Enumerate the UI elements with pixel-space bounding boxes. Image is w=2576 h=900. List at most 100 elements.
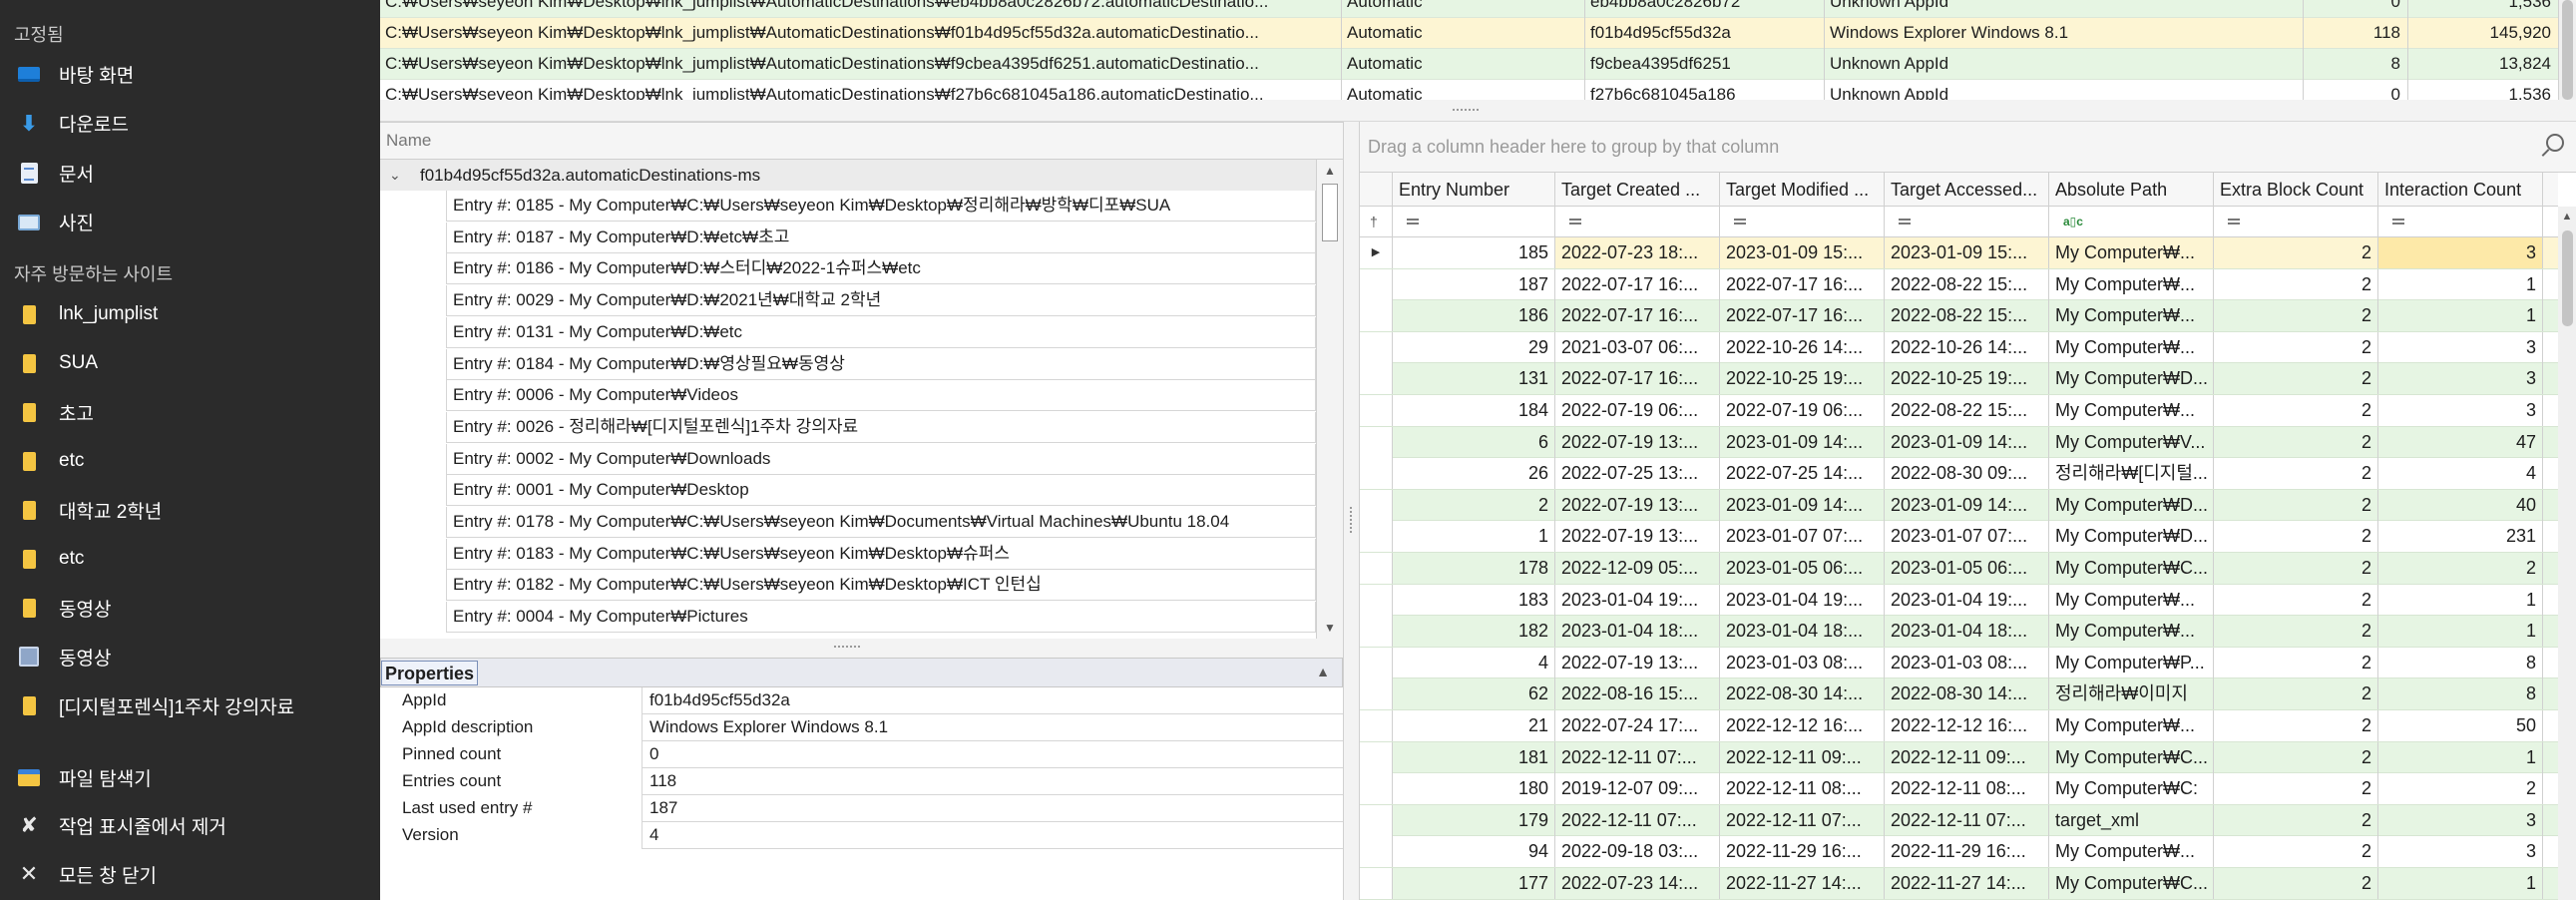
- table-cell: 3: [2378, 237, 2543, 268]
- jump-list-item[interactable]: lnk_jumplist: [0, 292, 380, 336]
- jump-list-item[interactable]: 대학교 2학년: [0, 488, 380, 532]
- jump-list-item[interactable]: ✕ 모든 창 닫기: [0, 852, 380, 896]
- table-row[interactable]: 94 2022-09-18 03:... 2022-11-29 16:... 2022…: [1360, 836, 2558, 868]
- table-row[interactable]: ▶ 185 2022-07-23 18:... 2023-01-09 15:... 20…: [1360, 237, 2558, 269]
- table-row[interactable]: C:₩Users₩seyeon Kim₩Desktop₩lnk_jumplist…: [380, 49, 2559, 80]
- tree-entry-node[interactable]: Entry #: 0002 - My Computer₩Downloads: [446, 443, 1316, 475]
- scroll-up-icon[interactable]: ▲: [2558, 207, 2576, 226]
- jump-list-item[interactable]: 사진: [0, 201, 380, 244]
- search-icon[interactable]: [2538, 134, 2564, 160]
- tree-properties-splitter[interactable]: [380, 639, 1343, 658]
- col-target-created-filter[interactable]: [1555, 207, 1720, 237]
- vertical-splitter[interactable]: [1343, 122, 1360, 900]
- table-row[interactable]: 182 2023-01-04 18:... 2023-01-04 18:... 202…: [1360, 616, 2558, 648]
- tree-scroll-thumb[interactable]: [1322, 184, 1338, 241]
- col-entry-number-header[interactable]: Entry Number: [1393, 173, 1555, 207]
- entries-grid-scrollbar[interactable]: ▲: [2558, 207, 2576, 900]
- table-row[interactable]: C:₩Users₩seyeon Kim₩Desktop₩lnk_jumplist…: [380, 0, 2559, 18]
- collapse-icon[interactable]: ▲: [1316, 664, 1330, 679]
- table-row[interactable]: 177 2022-07-23 14:... 2022-11-27 14:... 202…: [1360, 868, 2558, 900]
- jump-list-item[interactable]: ✘ 작업 표시줄에서 제거: [0, 804, 380, 848]
- tree-entry-node[interactable]: Entry #: 0029 - My Computer₩D:₩2021년₩대학교…: [446, 285, 1316, 317]
- group-by-panel[interactable]: Drag a column header here to group by th…: [1360, 122, 2576, 173]
- col-absolute-path-header[interactable]: Absolute Path: [2049, 173, 2214, 207]
- property-row[interactable]: Pinned count 0: [380, 741, 1343, 768]
- tree-entry-node[interactable]: Entry #: 0186 - My Computer₩D:₩스터디₩2022-…: [446, 253, 1316, 285]
- table-row[interactable]: 186 2022-07-17 16:... 2022-07-17 16:... 202…: [1360, 300, 2558, 332]
- table-row[interactable]: 187 2022-07-17 16:... 2022-07-17 16:... 202…: [1360, 268, 2558, 301]
- table-row[interactable]: 29 2021-03-07 06:... 2022-10-26 14:... 2022…: [1360, 331, 2558, 364]
- table-row[interactable]: 26 2022-07-25 13:... 2022-07-25 14:... 2022…: [1360, 458, 2558, 490]
- property-row[interactable]: Version 4: [380, 822, 1343, 849]
- table-row[interactable]: 62 2022-08-16 15:... 2022-08-30 14:... 2022…: [1360, 678, 2558, 710]
- property-row[interactable]: AppId description Windows Explorer Window…: [380, 714, 1343, 741]
- jump-list-item[interactable]: 파일 탐색기: [0, 755, 380, 799]
- tree-entry-node[interactable]: Entry #: 0131 - My Computer₩D:₩etc: [446, 316, 1316, 348]
- entries-scroll-thumb[interactable]: [2562, 230, 2573, 326]
- download-icon: ⬇: [19, 110, 39, 136]
- properties-title[interactable]: Properties: [381, 661, 479, 685]
- tree-column-header-name[interactable]: Name: [380, 122, 1343, 160]
- table-row[interactable]: 181 2022-12-11 07:... 2022-12-11 09:... 202…: [1360, 741, 2558, 774]
- table-row[interactable]: 180 2019-12-07 09:... 2022-12-11 08:... 202…: [1360, 773, 2558, 805]
- scroll-down-icon[interactable]: ▼: [1317, 617, 1343, 639]
- tree-root-node[interactable]: ⌄ f01b4d95cf55d32a.automaticDestinations…: [380, 160, 1316, 191]
- col-absolute-path-filter[interactable]: a▯c: [2049, 207, 2214, 237]
- table-row[interactable]: 178 2022-12-09 05:... 2023-01-05 06:... 202…: [1360, 553, 2558, 585]
- taskbar-jump-list: 고정됨 바탕 화면 ⬇ 다운로드 문서 사진 자주 방문하는 사이트 lnk_jumpl…: [0, 0, 380, 900]
- jump-list-item[interactable]: SUA: [0, 341, 380, 385]
- jump-list-item[interactable]: 동영상: [0, 635, 380, 678]
- col-entry-number-filter[interactable]: [1393, 207, 1555, 237]
- jump-list-item[interactable]: 문서: [0, 151, 380, 195]
- col-target-modified-filter[interactable]: [1720, 207, 1885, 237]
- property-row[interactable]: AppId f01b4d95cf55d32a: [380, 687, 1343, 714]
- tree-entry-node[interactable]: Entry #: 0187 - My Computer₩D:₩etc₩초고: [446, 222, 1316, 253]
- col-interaction-count-filter[interactable]: [2378, 207, 2543, 237]
- table-row[interactable]: 184 2022-07-19 06:... 2022-07-19 06:... 202…: [1360, 395, 2558, 427]
- jump-list-item[interactable]: etc: [0, 439, 380, 483]
- col-extra-block-count-filter[interactable]: [2214, 207, 2378, 237]
- filter-pin-icon[interactable]: †: [1360, 207, 1393, 237]
- tree-entry-node[interactable]: Entry #: 0006 - My Computer₩Videos: [446, 380, 1316, 412]
- tree-entry-node[interactable]: Entry #: 0001 - My Computer₩Desktop: [446, 475, 1316, 507]
- table-row[interactable]: 183 2023-01-04 19:... 2023-01-04 19:... 202…: [1360, 584, 2558, 617]
- table-cell: 2022-08-16 15:...: [1555, 678, 1720, 710]
- table-row[interactable]: 179 2022-12-11 07:... 2022-12-11 07:... 202…: [1360, 804, 2558, 837]
- jump-list-item[interactable]: etc: [0, 537, 380, 581]
- scroll-up-icon[interactable]: ▲: [1317, 160, 1343, 182]
- files-grid-scrollbar[interactable]: [2559, 0, 2576, 100]
- jump-list-item-label: [디지털포렌식]1주차 강의자료: [59, 696, 295, 718]
- tree-entry-node[interactable]: Entry #: 0004 - My Computer₩Pictures: [446, 602, 1316, 634]
- col-target-created-header[interactable]: Target Created ...: [1555, 173, 1720, 207]
- col-target-accessed-header[interactable]: Target Accessed...: [1885, 173, 2049, 207]
- tree-entry-node[interactable]: Entry #: 0183 - My Computer₩C:₩Users₩sey…: [446, 538, 1316, 570]
- table-row[interactable]: 1 2022-07-19 13:... 2023-01-07 07:... 2023-…: [1360, 521, 2558, 553]
- tree-entry-node[interactable]: Entry #: 0026 - 정리해라₩[디지털포렌식]1주차 강의자료: [446, 411, 1316, 443]
- col-extra-block-count-header[interactable]: Extra Block Count: [2214, 173, 2378, 207]
- chevron-down-icon[interactable]: ⌄: [389, 160, 401, 191]
- tree-entry-node[interactable]: Entry #: 0185 - My Computer₩C:₩Users₩sey…: [446, 191, 1316, 222]
- tree-entry-node[interactable]: Entry #: 0184 - My Computer₩D:₩영상필요₩동영상: [446, 348, 1316, 380]
- jump-list-item[interactable]: [디지털포렌식]1주차 강의자료: [0, 683, 380, 727]
- table-row[interactable]: 2 2022-07-19 13:... 2023-01-09 14:... 2023-…: [1360, 489, 2558, 522]
- table-row[interactable]: 6 2022-07-19 13:... 2023-01-09 14:... 2023-…: [1360, 426, 2558, 459]
- tree-entry-node[interactable]: Entry #: 0182 - My Computer₩C:₩Users₩sey…: [446, 570, 1316, 602]
- table-row[interactable]: 131 2022-07-17 16:... 2022-10-25 19:... 202…: [1360, 363, 2558, 395]
- col-target-accessed-filter[interactable]: [1885, 207, 2049, 237]
- jump-list-item[interactable]: 바탕 화면: [0, 52, 380, 96]
- tree-scrollbar[interactable]: ▲ ▼: [1316, 160, 1343, 639]
- property-row[interactable]: Last used entry # 187: [380, 795, 1343, 822]
- tree-entry-node[interactable]: Entry #: 0178 - My Computer₩C:₩Users₩sey…: [446, 507, 1316, 538]
- property-row[interactable]: Entries count 118: [380, 768, 1343, 795]
- jump-list-item[interactable]: ⬇ 다운로드: [0, 102, 380, 146]
- table-cell: My Computer₩...: [2049, 395, 2214, 426]
- table-row[interactable]: 4 2022-07-19 13:... 2023-01-03 08:... 2023-…: [1360, 647, 2558, 679]
- jump-list-item[interactable]: 동영상: [0, 586, 380, 630]
- col-interaction-count-header[interactable]: Interaction Count: [2378, 173, 2543, 207]
- col-target-modified-header[interactable]: Target Modified ...: [1720, 173, 1885, 207]
- table-row[interactable]: C:₩Users₩seyeon Kim₩Desktop₩lnk_jumplist…: [380, 18, 2559, 49]
- jump-list-item[interactable]: 초고: [0, 390, 380, 434]
- horizontal-splitter[interactable]: [380, 100, 2576, 122]
- table-row[interactable]: 21 2022-07-24 17:... 2022-12-12 16:... 2022…: [1360, 710, 2558, 742]
- table-cell: 183: [1393, 584, 1555, 616]
